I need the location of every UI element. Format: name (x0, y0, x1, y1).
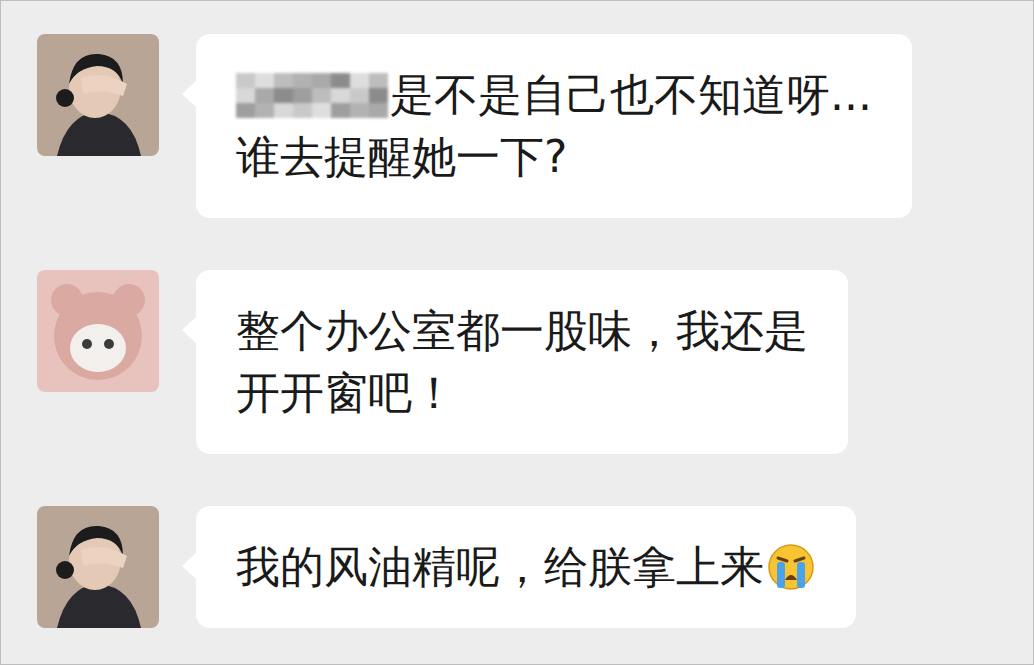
message-line: 谁去提醒她一下? (236, 126, 872, 188)
message-line: 我的风油精呢，给朕拿上来 (236, 536, 816, 598)
avatar[interactable] (37, 34, 159, 156)
avatar[interactable] (37, 506, 159, 628)
message-text: 开开窗吧！ (236, 362, 456, 424)
message-row: 是不是自己也不知道呀...谁去提醒她一下? (37, 34, 993, 218)
message-bubble[interactable]: 整个办公室都一股味，我还是开开窗吧！ (196, 270, 848, 454)
message-row: 整个办公室都一股味，我还是开开窗吧！ (37, 270, 993, 454)
message-line: 整个办公室都一股味，我还是 (236, 300, 808, 362)
redacted-name (236, 73, 388, 118)
message-bubble[interactable]: 我的风油精呢，给朕拿上来 (196, 506, 856, 628)
avatar[interactable] (37, 270, 159, 392)
message-text: 我的风油精呢，给朕拿上来 (236, 536, 764, 598)
message-row: 我的风油精呢，给朕拿上来 (37, 506, 993, 628)
chat-list: 是不是自己也不知道呀...谁去提醒她一下? 整个办公室都一股味，我还是开开窗吧！ 我… (1, 1, 1033, 628)
message-line: 是不是自己也不知道呀... (236, 64, 872, 126)
crying-face-icon (766, 542, 816, 592)
message-text: 谁去提醒她一下? (236, 126, 567, 188)
message-text: 整个办公室都一股味，我还是 (236, 300, 808, 362)
message-bubble[interactable]: 是不是自己也不知道呀...谁去提醒她一下? (196, 34, 912, 218)
message-line: 开开窗吧！ (236, 362, 808, 424)
message-text: 是不是自己也不知道呀... (390, 64, 872, 126)
